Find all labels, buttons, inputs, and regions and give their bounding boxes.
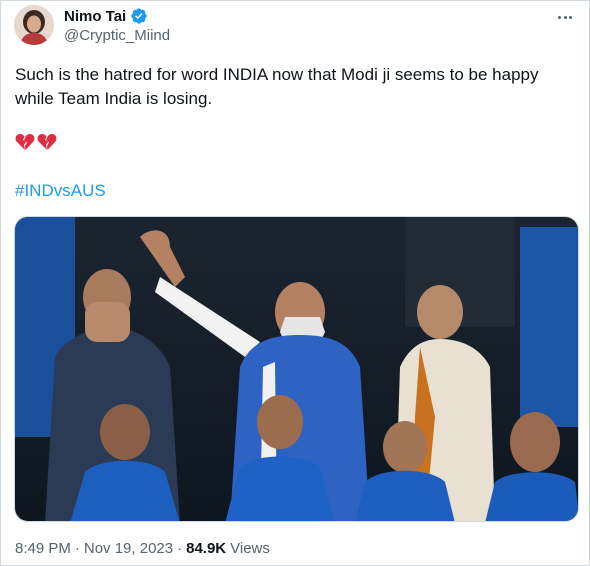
views-label: Views [230, 540, 270, 557]
views-count[interactable]: 84.9K [186, 540, 226, 557]
hashtag-link[interactable]: #INDvsAUS [15, 181, 106, 201]
verified-badge-icon [130, 7, 148, 25]
more-options-icon[interactable] [555, 7, 575, 27]
tweet-date[interactable]: Nov 19, 2023 [84, 540, 173, 557]
broken-heart-icon [37, 134, 57, 150]
meta-separator: · [74, 540, 80, 557]
tweet-text: Such is the hatred for word INDIA now th… [15, 65, 539, 108]
tweet-card[interactable]: Nimo Tai @Cryptic_Miind Such is the hatr… [0, 0, 590, 566]
display-name[interactable]: Nimo Tai [64, 8, 126, 25]
broken-heart-emoji [15, 133, 57, 151]
broken-heart-icon [15, 134, 35, 150]
tweet-time[interactable]: 8:49 PM [15, 540, 71, 557]
author-handle[interactable]: @Cryptic_Miind [64, 27, 170, 44]
avatar[interactable] [14, 5, 54, 45]
meta-separator: · [177, 540, 183, 557]
tweet-meta: 8:49 PM · Nov 19, 2023 · 84.9K Views [15, 540, 270, 557]
tweet-photo[interactable] [14, 216, 579, 522]
